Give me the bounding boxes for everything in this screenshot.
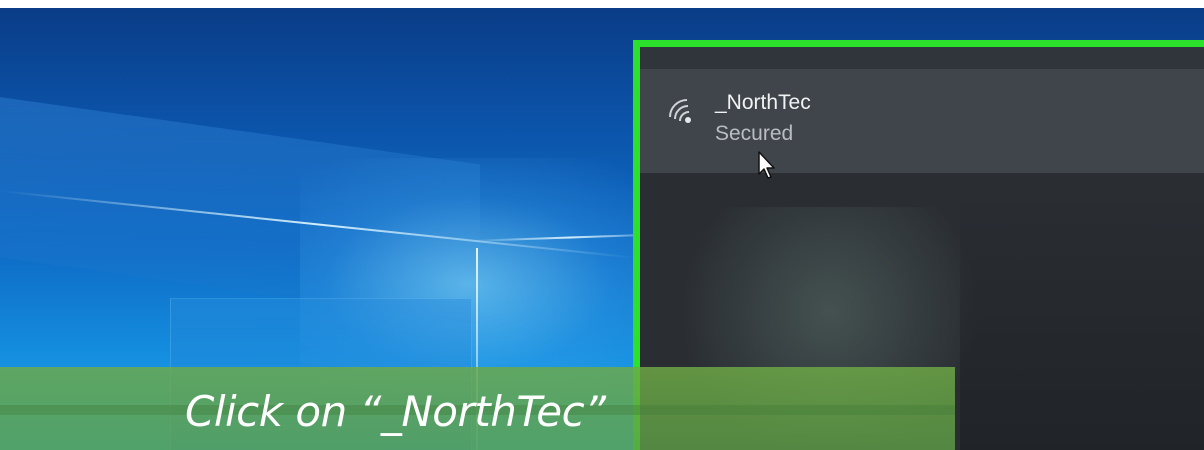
network-status: Secured: [715, 122, 794, 145]
network-ssid: _NorthTec: [715, 91, 811, 114]
screen: _NorthTec Secured Click on “_NorthTec”: [0, 0, 1204, 450]
instruction-caption: Click on “_NorthTec”: [185, 387, 606, 436]
network-list-item-northtec[interactable]: _NorthTec Secured: [640, 69, 1204, 173]
mouse-pointer-icon: [758, 151, 775, 179]
wifi-secured-icon: [669, 99, 691, 123]
flyout-top-band: [640, 47, 1204, 69]
flyout-background-blur: [960, 187, 1204, 450]
